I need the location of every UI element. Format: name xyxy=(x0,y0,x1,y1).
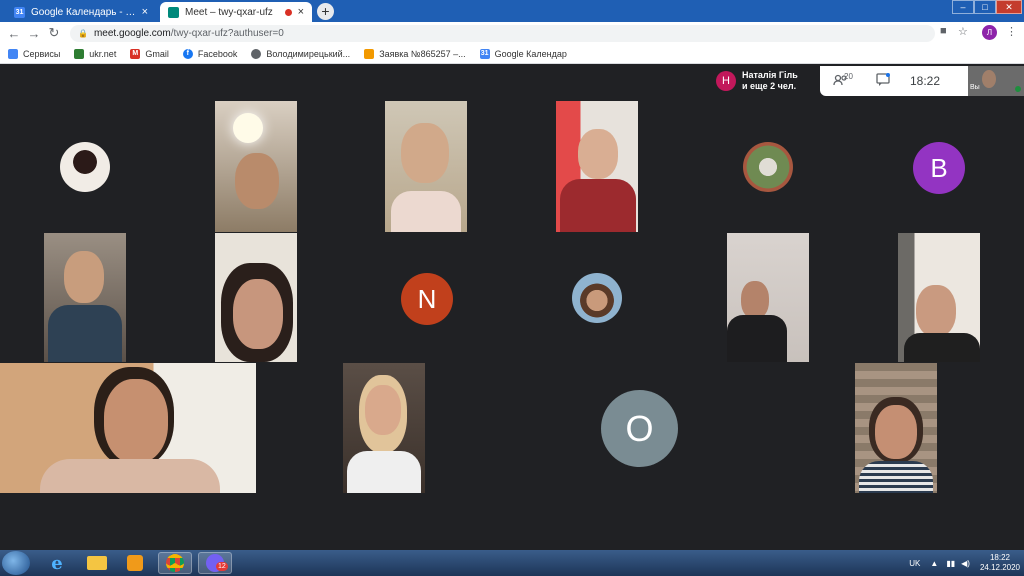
bookmark-request[interactable]: Заявка №865257 –... xyxy=(364,48,466,59)
internet-explorer-icon[interactable]: e xyxy=(40,552,74,574)
browser-tab-strip: 31 Google Календарь - Неделя: 20... × Me… xyxy=(0,0,1024,22)
self-label: Вы xyxy=(970,84,980,91)
bookmark-label: Facebook xyxy=(197,48,238,59)
bookmarks-bar: Сервисы ukr.net M Gmail f Facebook Волод… xyxy=(0,44,1024,64)
bookmark-label: Сервисы xyxy=(23,48,61,59)
bookmark-facebook[interactable]: f Facebook xyxy=(182,48,238,59)
participant-video-tile xyxy=(44,233,126,362)
address-bar[interactable]: 🔒 meet.google.com/twy-qxar-ufz?authuser=… xyxy=(70,25,935,42)
bookmark-label: Заявка №865257 –... xyxy=(379,48,466,59)
profile-avatar[interactable]: Л xyxy=(982,25,997,40)
tab-close-icon[interactable]: × xyxy=(142,6,148,18)
network-icon[interactable]: ▮▮ xyxy=(946,559,955,568)
chat-icon xyxy=(876,73,890,86)
mic-active-icon xyxy=(1015,86,1021,92)
bookmark-label: ukr.net xyxy=(89,48,117,59)
google-calendar-icon: 31 xyxy=(479,48,490,59)
globe-icon xyxy=(251,48,262,59)
close-window-button[interactable]: ✕ xyxy=(996,0,1022,14)
apps-grid-icon xyxy=(8,48,18,59)
bookmark-label: Gmail xyxy=(145,48,169,59)
tab-title: Google Календарь - Неделя: 20... xyxy=(31,6,136,18)
browser-toolbar: ← → ↻ 🔒 meet.google.com/twy-qxar-ufz?aut… xyxy=(0,22,1024,44)
taskbar-clock[interactable]: 18:22 24.12.2020 xyxy=(980,553,1020,573)
meet-top-bar: Н Наталія Гіль и еще 2 чел. 20 18:22 xyxy=(710,66,968,96)
self-view-tile[interactable]: Вы xyxy=(968,66,1024,96)
participant-video-tile xyxy=(215,101,297,232)
chrome-icon[interactable] xyxy=(158,552,192,574)
gmail-icon: M xyxy=(130,48,141,59)
participant-video-tile xyxy=(556,101,638,232)
reload-icon[interactable]: ↻ xyxy=(44,25,64,41)
presenter-avatar: Н xyxy=(716,71,736,91)
start-button[interactable] xyxy=(2,551,30,575)
tab-google-calendar[interactable]: 31 Google Календарь - Неделя: 20... × xyxy=(6,2,156,22)
forward-arrow-icon[interactable]: → xyxy=(24,26,44,41)
person-icon xyxy=(364,48,375,59)
participant-avatar xyxy=(572,273,622,323)
bookmark-label: Google Календар xyxy=(494,48,567,59)
chat-button[interactable] xyxy=(862,73,904,89)
facebook-icon: f xyxy=(182,48,193,59)
participant-video-tile xyxy=(385,101,467,232)
participant-video-tile xyxy=(343,363,425,493)
bookmark-ukrnet[interactable]: ukr.net xyxy=(74,48,117,59)
viber-badge: 12 xyxy=(216,562,228,571)
self-video xyxy=(982,70,996,88)
taskbar-date: 24.12.2020 xyxy=(979,563,1020,572)
participant-video-tile xyxy=(855,363,937,493)
camera-in-use-icon[interactable]: ■ xyxy=(940,25,947,37)
bookmark-label: Володимирецький... xyxy=(266,48,351,59)
system-tray: UK ▲ ▮▮ ◀) 18:22 24.12.2020 xyxy=(909,550,1020,576)
windows-taskbar: e 12 UK ▲ ▮▮ ◀) 18:22 24.12.2020 xyxy=(0,550,1024,576)
bookmark-star-icon[interactable]: ☆ xyxy=(958,25,968,38)
bookmark-volodymyrets[interactable]: Володимирецький... xyxy=(251,48,351,59)
participant-video-tile xyxy=(215,233,297,362)
tab-close-icon[interactable]: × xyxy=(298,6,304,18)
recording-indicator-icon xyxy=(284,8,292,16)
url-host: meet.google.com xyxy=(93,28,171,39)
ukrnet-icon xyxy=(74,48,85,59)
participant-avatar xyxy=(60,142,110,192)
participant-letter-avatar: O xyxy=(601,390,678,467)
active-speakers-chip[interactable]: Н Наталія Гіль и еще 2 чел. xyxy=(710,66,820,96)
bookmark-gmail[interactable]: M Gmail xyxy=(130,48,169,59)
file-explorer-icon[interactable] xyxy=(80,552,114,574)
meet-video-grid: Н Наталія Гіль и еще 2 чел. 20 18:22 Вы xyxy=(0,64,1024,550)
participant-count: 20 xyxy=(844,71,853,81)
tab-meet[interactable]: Meet – twy-qxar-ufz × xyxy=(160,2,312,22)
url-path: /twy-qxar-ufz?authuser=0 xyxy=(170,28,284,39)
participant-letter-avatar: N xyxy=(401,273,453,325)
language-indicator[interactable]: UK xyxy=(909,559,920,568)
menu-kebab-icon[interactable]: ⋮ xyxy=(1006,25,1017,38)
meet-controls: 20 18:22 xyxy=(820,66,968,96)
minimize-button[interactable]: – xyxy=(952,0,974,14)
participant-avatar xyxy=(743,142,793,192)
google-calendar-icon: 31 xyxy=(14,6,25,18)
bookmark-services[interactable]: Сервисы xyxy=(8,48,61,59)
tray-arrow-icon[interactable]: ▲ xyxy=(930,559,938,568)
media-player-icon[interactable] xyxy=(118,552,152,574)
participant-video-tile xyxy=(898,233,980,362)
maximize-button[interactable]: □ xyxy=(974,0,996,14)
viber-icon[interactable]: 12 xyxy=(198,552,232,574)
presenter-more: и еще 2 чел. xyxy=(742,81,797,91)
meeting-clock: 18:22 xyxy=(910,74,941,88)
back-arrow-icon[interactable]: ← xyxy=(4,26,24,41)
tab-title: Meet – twy-qxar-ufz xyxy=(185,6,273,18)
taskbar-time: 18:22 xyxy=(989,553,1010,562)
lock-icon: 🔒 xyxy=(78,29,88,38)
bookmark-google-calendar[interactable]: 31 Google Календар xyxy=(479,48,567,59)
presenter-name: Наталія Гіль xyxy=(742,70,798,80)
participant-video-tile xyxy=(727,233,809,362)
google-meet-icon xyxy=(168,6,179,18)
volume-icon[interactable]: ◀) xyxy=(961,559,970,568)
new-tab-button[interactable]: + xyxy=(317,3,334,20)
participant-letter-avatar: B xyxy=(913,142,965,194)
participants-button[interactable]: 20 xyxy=(820,71,862,89)
participant-video-tile xyxy=(0,363,256,493)
